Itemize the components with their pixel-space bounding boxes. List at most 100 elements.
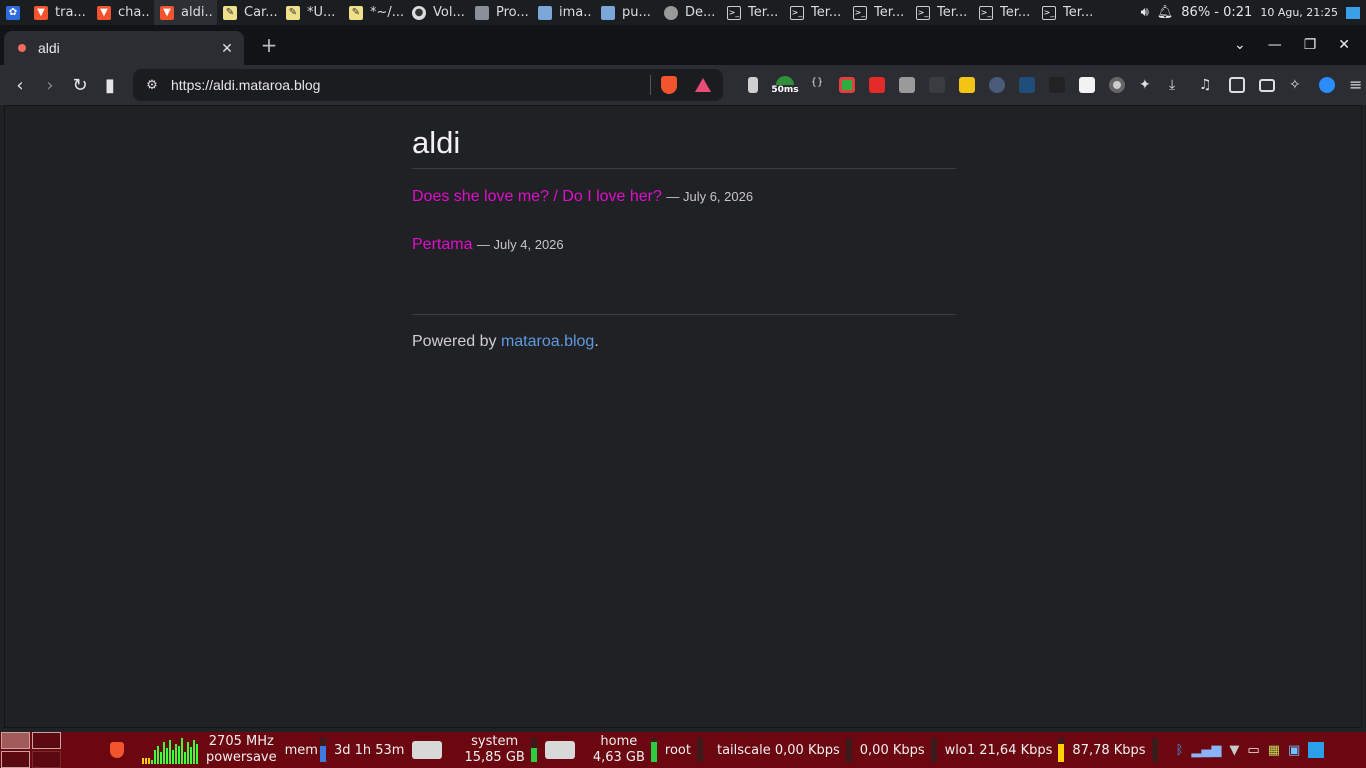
battery-status[interactable]: 86% - 0:21 xyxy=(1181,5,1252,20)
json-extension-icon[interactable]: {} xyxy=(802,65,832,105)
monitor-icon[interactable]: ▣ xyxy=(1288,743,1300,758)
clock[interactable]: 10 Agu, 21:25 xyxy=(1260,6,1338,19)
home-drive-icon[interactable] xyxy=(544,741,581,759)
profile-icon[interactable] xyxy=(1312,65,1342,105)
terminal-icon: >_ xyxy=(727,5,741,20)
home-disk-meter xyxy=(650,738,657,762)
task-terminal-1[interactable]: >_ Ter... xyxy=(721,0,784,25)
back-icon[interactable]: ‹ xyxy=(5,75,35,96)
triangle-extension-icon[interactable] xyxy=(1072,65,1102,105)
folder-icon xyxy=(601,5,615,20)
sidebar-icon[interactable] xyxy=(1222,65,1252,105)
blog-title[interactable]: aldi xyxy=(412,106,956,169)
network-meter-3 xyxy=(1151,738,1158,762)
excel-extension-icon[interactable] xyxy=(1012,65,1042,105)
task-window[interactable]: Pro... xyxy=(469,0,532,25)
new-tab-button[interactable]: + xyxy=(258,33,280,57)
trash-icon[interactable]: ▦ xyxy=(1268,743,1280,758)
brave-launcher-icon[interactable] xyxy=(110,742,124,758)
system-drive-icon[interactable] xyxy=(412,741,448,759)
cursor-extension-icon[interactable] xyxy=(982,65,1012,105)
tab-strip: aldi ✕ + ⌄ — ❐ ✕ xyxy=(0,25,1366,65)
tab-aldi[interactable]: aldi ✕ xyxy=(4,31,244,65)
trash-extension-icon[interactable] xyxy=(738,65,768,105)
uptime: 3d 1h 53m xyxy=(333,742,405,758)
tab-search-chevron-icon[interactable]: ⌄ xyxy=(1234,37,1246,53)
system-disk-meter xyxy=(530,738,537,762)
brave-rewards-icon[interactable] xyxy=(695,78,711,92)
network-meter-2 xyxy=(930,738,937,762)
task-folder-1[interactable]: ima... xyxy=(532,0,595,25)
task-terminal-5[interactable]: >_ Ter... xyxy=(973,0,1036,25)
task-app[interactable]: De... xyxy=(658,0,721,25)
post-item: Does she love me? / Do I love her? — Jul… xyxy=(412,188,956,217)
red-flag-extension-icon[interactable] xyxy=(862,65,892,105)
terminal-icon: >_ xyxy=(979,5,993,20)
post-date: — July 4, 2026 xyxy=(476,237,564,252)
virtual-desktops[interactable] xyxy=(0,732,62,768)
task-brave-1[interactable]: ▼ tra... xyxy=(28,0,91,25)
network-rate-3: 87,78 Kbps xyxy=(1072,742,1146,758)
brave-shields-icon[interactable] xyxy=(661,76,677,94)
wallet-icon[interactable] xyxy=(1252,65,1282,105)
task-brave-3[interactable]: ▼ aldi... xyxy=(154,0,217,25)
signal-icon[interactable]: ▂▄▆ xyxy=(1191,743,1221,758)
show-desktop-icon[interactable] xyxy=(1346,6,1360,19)
yellow-extension-icon[interactable] xyxy=(952,65,982,105)
vpn-icon[interactable]: ▼ xyxy=(1229,743,1239,758)
close-window-icon[interactable]: ✕ xyxy=(1338,37,1350,53)
task-editor-3[interactable]: ✎ *~/... xyxy=(343,0,406,25)
task-terminal-3[interactable]: >_ Ter... xyxy=(847,0,910,25)
mataroa-link[interactable]: mataroa.blog xyxy=(501,333,594,350)
footer-prefix: Powered by xyxy=(412,333,501,350)
browser-toolbar: ‹ › ↻ ▮ ⚙ https://aldi.mataroa.blog 50ms… xyxy=(0,65,1366,105)
footer-suffix: . xyxy=(594,333,599,350)
red-green-extension-icon[interactable] xyxy=(832,65,862,105)
space-invader-extension-icon[interactable] xyxy=(1042,65,1072,105)
camera-extension-icon[interactable] xyxy=(892,65,922,105)
extensions-puzzle-icon[interactable]: ✦ xyxy=(1132,65,1162,105)
text-editor-icon: ✎ xyxy=(223,5,237,20)
downloads-icon[interactable]: ⤓ xyxy=(1162,65,1192,105)
task-terminal-6[interactable]: >_ Ter... xyxy=(1036,0,1099,25)
maximize-icon[interactable]: ❐ xyxy=(1304,37,1317,53)
address-bar[interactable]: ⚙ https://aldi.mataroa.blog xyxy=(133,69,723,101)
terminal-icon: >_ xyxy=(916,5,930,20)
url-text[interactable]: https://aldi.mataroa.blog xyxy=(171,77,650,93)
tab-favicon-icon xyxy=(18,44,26,52)
volume-app-icon: ● xyxy=(412,5,426,20)
bookmark-icon[interactable]: ▮ xyxy=(95,75,125,96)
get-crx-extension-icon[interactable] xyxy=(922,65,952,105)
top-panel: ✿ ▼ tra... ▼ cha... ▼ aldi... ✎ Car... ✎ *U..… xyxy=(0,0,1366,25)
folder-icon xyxy=(538,5,552,20)
clipboard-icon[interactable]: ▭ xyxy=(1247,743,1259,758)
bluetooth-icon[interactable]: ᛒ xyxy=(1176,743,1184,758)
post-link[interactable]: Does she love me? / Do I love her? xyxy=(412,188,662,205)
volume-icon[interactable]: 🔊︎ xyxy=(1141,5,1149,20)
task-terminal-2[interactable]: >_ Ter... xyxy=(784,0,847,25)
reload-icon[interactable]: ↻ xyxy=(65,75,95,96)
menu-icon[interactable]: ≡ xyxy=(1342,65,1366,105)
post-date: — July 6, 2026 xyxy=(666,189,754,204)
forward-icon[interactable]: › xyxy=(35,75,65,96)
task-terminal-4[interactable]: >_ Ter... xyxy=(910,0,973,25)
leo-ai-icon[interactable]: ✧ xyxy=(1282,65,1312,105)
notification-bell-icon[interactable]: 🔔︎ xyxy=(1157,5,1174,20)
app-launcher-icon[interactable]: ✿ xyxy=(0,0,28,25)
task-editor-2[interactable]: ✎ *U... xyxy=(280,0,343,25)
url-divider xyxy=(650,75,651,95)
post-link[interactable]: Pertama xyxy=(412,236,472,253)
site-info-icon[interactable]: ⚙ xyxy=(133,78,171,93)
system-tray: 🔊︎ 🔔︎ 86% - 0:21 10 Agu, 21:25 xyxy=(1141,0,1366,25)
latency-extension-icon[interactable]: 50ms xyxy=(768,65,802,105)
minimize-icon[interactable]: — xyxy=(1268,37,1282,53)
task-brave-2[interactable]: ▼ cha... xyxy=(91,0,154,25)
task-editor-1[interactable]: ✎ Car... xyxy=(217,0,280,25)
task-folder-2[interactable]: pu... xyxy=(595,0,658,25)
media-icon[interactable]: ♫ xyxy=(1192,65,1222,105)
home-disk: home 4,63 GB xyxy=(592,734,645,765)
task-volume[interactable]: ● Vol... xyxy=(406,0,469,25)
record-extension-icon[interactable] xyxy=(1102,65,1132,105)
desktop-icon[interactable] xyxy=(1308,742,1325,758)
close-tab-icon[interactable]: ✕ xyxy=(218,40,236,57)
